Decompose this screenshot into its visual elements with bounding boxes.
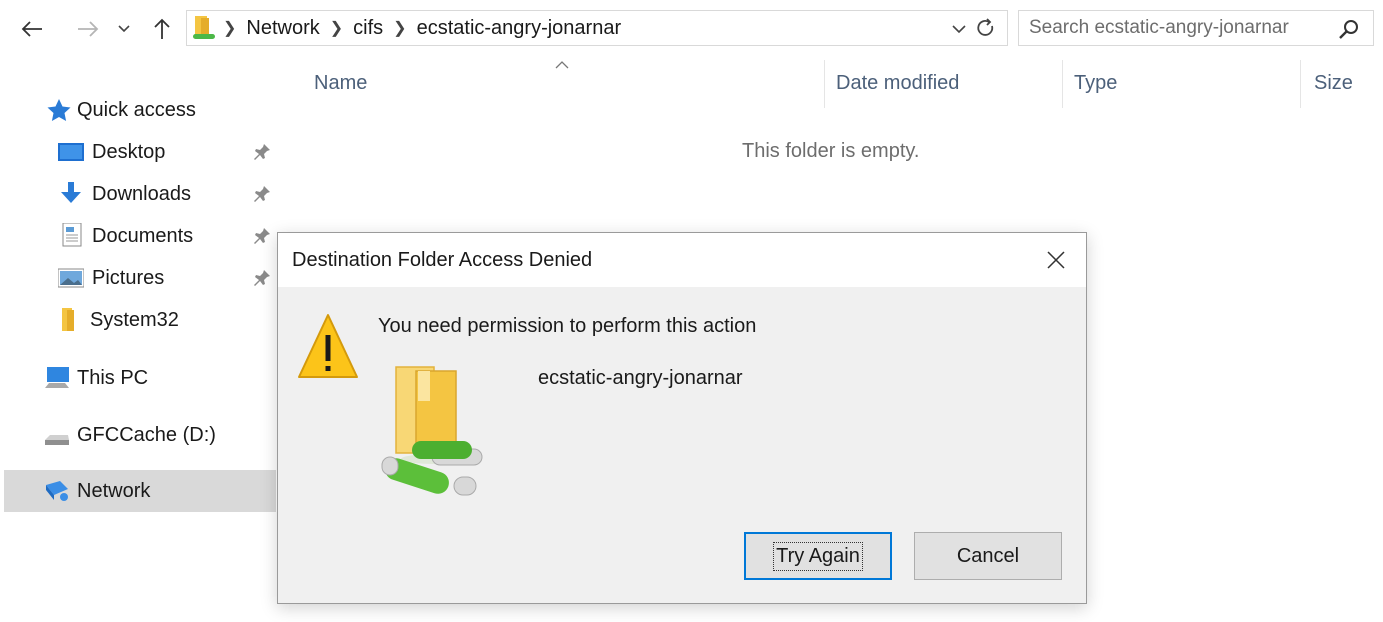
sidebar-item-label: Downloads: [92, 182, 191, 205]
breadcrumb-separator: ❯: [329, 20, 344, 37]
column-divider[interactable]: [1062, 60, 1063, 108]
sidebar-item-label: Desktop: [92, 140, 166, 163]
sidebar-item-label: GFCCache (D:): [77, 423, 216, 446]
dialog-folder-name: ecstatic-angry-jonarnar: [538, 367, 743, 389]
column-header-size[interactable]: Size: [1314, 72, 1353, 95]
breadcrumb-cifs[interactable]: cifs: [353, 17, 383, 40]
sidebar-item-quick-access[interactable]: Quick access: [4, 90, 276, 130]
back-arrow-icon: [21, 21, 42, 37]
sidebar-item-network[interactable]: Network: [4, 470, 276, 512]
navigation-pane: Quick access Desktop Downloads Documents…: [0, 60, 278, 622]
sidebar-item-pictures[interactable]: Pictures: [4, 258, 276, 298]
recent-locations-button[interactable]: [114, 14, 134, 44]
breadcrumb-network[interactable]: Network: [246, 17, 319, 40]
warning-icon: [298, 314, 358, 378]
sidebar-item-documents[interactable]: Documents: [4, 216, 276, 256]
pin-icon[interactable]: [252, 268, 272, 288]
sidebar-item-this-pc[interactable]: This PC: [4, 358, 276, 398]
column-header-type[interactable]: Type: [1074, 72, 1117, 95]
chevron-down-icon: [118, 25, 130, 33]
up-arrow-icon: [154, 18, 170, 39]
documents-icon: [62, 223, 82, 247]
sidebar-item-label: Pictures: [92, 266, 165, 289]
close-icon: [1047, 251, 1065, 269]
refresh-icon: [977, 18, 994, 36]
cancel-button[interactable]: Cancel: [914, 532, 1062, 580]
computer-icon: [45, 367, 69, 388]
close-button[interactable]: [1036, 243, 1076, 277]
forward-arrow-icon: [78, 21, 99, 37]
network-folder-icon: [381, 366, 483, 496]
drive-icon: [45, 435, 69, 445]
downloads-icon: [61, 182, 81, 203]
column-divider[interactable]: [1300, 60, 1301, 108]
sidebar-item-label: This PC: [77, 366, 149, 389]
network-icon: [46, 481, 68, 501]
pin-icon[interactable]: [252, 142, 272, 162]
column-header-name[interactable]: Name: [314, 72, 367, 95]
address-history-button[interactable]: [947, 17, 971, 41]
empty-folder-message: This folder is empty.: [742, 140, 920, 162]
sidebar-item-label: Quick access: [77, 98, 196, 121]
up-button[interactable]: [148, 14, 176, 44]
desktop-icon: [58, 143, 84, 161]
sidebar-item-label: System32: [90, 308, 179, 331]
pin-icon[interactable]: [252, 226, 272, 246]
breadcrumb-separator: ❯: [223, 20, 237, 37]
back-button[interactable]: [18, 14, 46, 44]
cancel-label: Cancel: [956, 544, 1020, 567]
dialog-title: Destination Folder Access Denied: [292, 249, 593, 271]
column-divider[interactable]: [824, 60, 825, 108]
dialog-title-bar[interactable]: Destination Folder Access Denied: [278, 233, 1086, 287]
sidebar-item-desktop[interactable]: Desktop: [4, 132, 276, 172]
forward-button[interactable]: [74, 14, 102, 44]
breadcrumb-separator: ❯: [393, 20, 407, 37]
sidebar-item-label: Documents: [92, 224, 194, 247]
refresh-button[interactable]: [973, 16, 999, 42]
sidebar-item-label: Network: [77, 479, 151, 502]
pictures-icon: [58, 268, 84, 288]
navigation-bar: ❯ Network ❯ cifs ❯ ecstatic-angry-jonarn…: [0, 0, 1383, 60]
chevron-down-icon: [952, 24, 966, 33]
address-bar[interactable]: ❯ Network ❯ cifs ❯ ecstatic-angry-jonarn…: [186, 10, 1008, 46]
access-denied-dialog: Destination Folder Access Denied You nee…: [277, 232, 1087, 604]
sort-ascending-icon: [555, 61, 569, 69]
try-again-label: Try Again: [773, 541, 863, 571]
search-box[interactable]: [1018, 10, 1374, 46]
search-input[interactable]: [1029, 15, 1319, 41]
dialog-message: You need permission to perform this acti…: [378, 315, 757, 337]
network-folder-icon: [193, 16, 215, 39]
star-icon: [47, 99, 71, 121]
sidebar-item-downloads[interactable]: Downloads: [4, 174, 276, 214]
search-icon[interactable]: [1337, 17, 1361, 41]
breadcrumb-current-folder[interactable]: ecstatic-angry-jonarnar: [417, 17, 622, 40]
sidebar-item-system32[interactable]: System32: [4, 300, 276, 340]
sidebar-item-drive-d[interactable]: GFCCache (D:): [4, 415, 276, 455]
pin-icon[interactable]: [252, 184, 272, 204]
folder-icon: [62, 308, 74, 331]
column-header-date-modified[interactable]: Date modified: [836, 72, 959, 95]
try-again-button[interactable]: Try Again: [744, 532, 892, 580]
breadcrumb: ❯ Network ❯ cifs ❯ ecstatic-angry-jonarn…: [187, 11, 625, 45]
